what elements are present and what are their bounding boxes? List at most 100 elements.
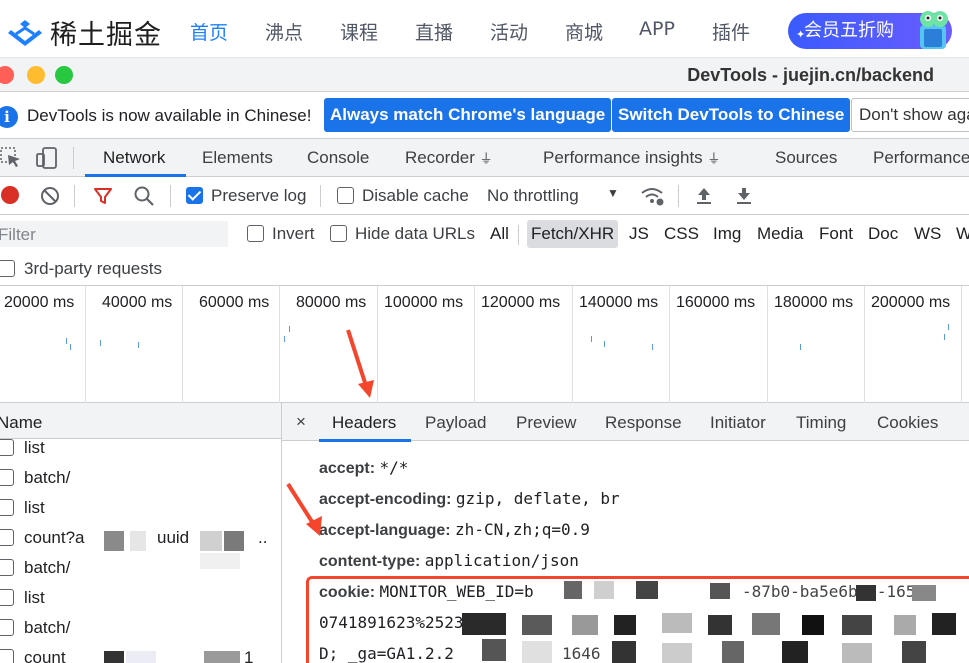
table-row[interactable]: list [0,583,281,613]
nav-shop[interactable]: 商城 [565,18,603,45]
network-overview[interactable]: 20000 ms 40000 ms 60000 ms 80000 ms 1000… [0,286,969,403]
nav-live[interactable]: 直播 [415,18,453,45]
grid-line [85,286,86,403]
nav-plugins[interactable]: 插件 [712,18,750,45]
table-row[interactable]: count 1 [0,643,281,663]
grid-line [864,286,865,403]
request-tick [652,344,653,350]
type-filter-fetch-xhr[interactable]: Fetch/XHR [527,220,619,248]
export-har-icon[interactable] [734,185,754,207]
tab-cookies[interactable]: Cookies [877,413,938,433]
inspect-element-icon[interactable] [0,147,22,169]
redaction-mosaic [104,651,124,663]
table-row[interactable]: batch/ [0,613,281,643]
devtools-titlebar: DevTools - juejin.cn/backend [0,58,969,92]
network-conditions-icon[interactable] [640,185,664,207]
maximize-window-button[interactable] [55,66,73,84]
table-row[interactable]: count?a uuid .. [0,523,281,553]
nav-pins[interactable]: 沸点 [265,18,303,45]
table-row[interactable]: batch/ [0,463,281,493]
device-toolbar-icon[interactable] [35,146,59,170]
header-row-content-type: content-type: application/json [319,551,579,571]
type-filter-doc[interactable]: Doc [864,220,902,248]
type-filter-font[interactable]: Font [815,220,857,248]
header-name: content-type: [319,553,421,570]
request-list-header[interactable]: Name [0,403,281,439]
tab-response[interactable]: Response [605,413,682,433]
request-tick [284,336,285,342]
info-icon: i [0,106,18,128]
type-filter-img[interactable]: Img [709,220,745,248]
filter-icon[interactable] [93,186,113,206]
dropdown-arrow-icon[interactable]: ▼ [607,186,619,200]
invert-checkbox[interactable] [247,225,264,242]
header-name: accept: [319,460,376,477]
toolbar-divider [678,185,679,207]
request-tick [800,344,801,350]
tab-sources[interactable]: Sources [775,148,837,168]
tab-console[interactable]: Console [307,148,369,168]
table-row[interactable]: batch/ [0,553,281,583]
request-tick [70,344,71,350]
hide-data-urls-checkbox[interactable] [330,225,347,242]
request-name: count [24,648,66,663]
type-filter-js[interactable]: JS [625,220,653,248]
clear-icon[interactable] [40,186,60,206]
vip-button[interactable]: ✦ 会员五折购 [788,11,952,49]
disable-cache-checkbox[interactable] [337,187,354,204]
type-filter-all[interactable]: All [486,220,513,248]
tab-performance[interactable]: Performance [873,148,969,168]
table-row[interactable]: list [0,493,281,523]
dont-show-again-button[interactable]: Don't show again [851,98,969,132]
type-filter-ws[interactable]: WS [910,220,945,248]
close-window-button[interactable] [0,66,14,84]
tab-elements[interactable]: Elements [202,148,273,168]
third-party-checkbox[interactable] [0,260,15,277]
record-icon[interactable] [1,186,19,204]
filter-input[interactable]: Filter [0,221,228,247]
tab-preview[interactable]: Preview [516,413,576,433]
table-row[interactable]: list [0,435,281,465]
tab-network[interactable]: Network [103,148,165,168]
nav-home[interactable]: 首页 [190,18,228,45]
nav-events[interactable]: 活动 [490,18,528,45]
request-name: count?a [24,528,85,547]
import-har-icon[interactable] [694,185,714,207]
tab-payload[interactable]: Payload [425,413,486,433]
type-filter-media[interactable]: Media [753,220,807,248]
request-name-suffix: 1 [244,648,254,663]
tab-performance-insights-label: Performance insights [543,148,703,167]
juejin-logo[interactable]: 稀土掘金 [6,13,162,52]
always-match-language-button[interactable]: Always match Chrome's language [324,98,612,132]
tab-recorder[interactable]: Recorder ⏚ [405,148,493,168]
nav-app[interactable]: APP [639,18,675,40]
row-checkbox [0,589,14,606]
throttling-select[interactable]: No throttling [487,186,579,206]
tab-performance-insights[interactable]: Performance insights ⏚ [543,148,720,168]
header-name: accept-encoding: [319,491,452,508]
header-row-accept-language: accept-language: zh-CN,zh;q=0.9 [319,520,590,540]
toolbar-divider [74,185,75,207]
invert-label: Invert [272,224,315,243]
close-detail-icon[interactable]: × [296,412,306,432]
request-tick [944,334,945,340]
search-icon[interactable] [133,185,155,207]
panel-tabbar: Network Elements Console Recorder ⏚ Perf… [0,139,969,177]
nav-courses[interactable]: 课程 [340,18,378,45]
grid-line [474,286,475,403]
tab-headers[interactable]: Headers [332,413,396,433]
tab-timing[interactable]: Timing [796,413,846,433]
request-tick [138,342,139,348]
type-filter-wasm[interactable]: W [952,220,969,248]
switch-to-chinese-button[interactable]: Switch DevTools to Chinese [612,98,851,132]
timeline-label: 60000 ms [199,294,270,311]
timeline-label: 160000 ms [676,294,756,311]
experiment-flask-icon: ⏚ [707,151,721,166]
type-filter-css[interactable]: CSS [660,220,703,248]
preserve-log-checkbox[interactable] [186,187,203,204]
request-name: list [24,588,45,607]
timeline-label: 200000 ms [871,294,951,311]
timeline-label: 140000 ms [579,294,659,311]
tab-initiator[interactable]: Initiator [710,413,766,433]
minimize-window-button[interactable] [27,66,45,84]
